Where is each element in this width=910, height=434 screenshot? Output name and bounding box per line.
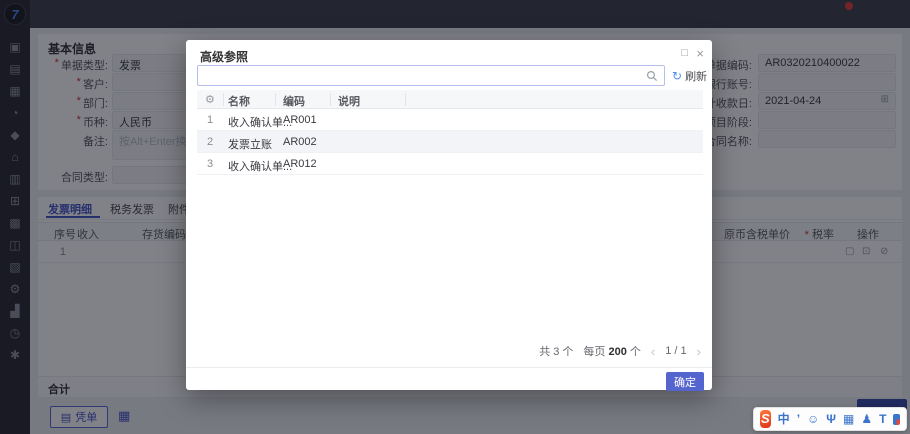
reference-table-header: ⚙ 名称 编码 说明 — [197, 90, 703, 109]
page-size[interactable]: 每页 200 个 — [583, 343, 640, 359]
punctuation-icon[interactable]: ’ — [797, 410, 800, 428]
maximize-icon[interactable]: □ — [681, 47, 688, 59]
reference-row[interactable]: 2 发票立账 AR002 — [197, 131, 703, 153]
page-indicator: 1 / 1 — [665, 345, 686, 357]
pagination: 共 3 个 每页 200 个 ‹ 1 / 1 › — [186, 343, 701, 359]
microphone-icon[interactable]: Ψ — [826, 410, 836, 428]
refresh-button[interactable]: ↻ 刷新 — [672, 68, 707, 84]
total-count: 共 3 个 — [539, 343, 573, 359]
column-settings-icon[interactable]: ⚙ — [205, 93, 215, 106]
close-icon[interactable]: × — [696, 46, 704, 61]
search-input[interactable] — [197, 65, 665, 86]
chinese-mode-icon[interactable]: 中 — [778, 410, 790, 428]
clothes-icon[interactable]: T — [879, 410, 886, 428]
ime-toolbar: S中 ’ ☺ Ψ ▦ ♟ T — [753, 407, 907, 431]
toolbox-icon[interactable] — [893, 414, 900, 425]
skin-icon[interactable]: ♟ — [861, 410, 872, 428]
advanced-reference-dialog: 高级参照 □ × ↻ 刷新 ⚙ 名称 编码 说明 1 收入确认单... AR00… — [186, 40, 712, 390]
prev-page-icon[interactable]: ‹ — [651, 344, 655, 359]
keyboard-icon[interactable]: ▦ — [843, 410, 854, 428]
reference-row[interactable]: 3 收入确认单... AR012 — [197, 153, 703, 175]
next-page-icon[interactable]: › — [697, 344, 701, 359]
sogou-logo-icon[interactable]: S — [760, 410, 771, 428]
refresh-icon: ↻ — [672, 69, 682, 83]
reference-row[interactable]: 1 收入确认单... AR001 — [197, 109, 703, 131]
dialog-title: 高级参照 — [200, 48, 248, 65]
app-window: 7 ▣▤▦◔◆⌂▥⊞▩◫▧⚙▟◷✱ ⌂ 首页 ▾ 项目全景 × 新增发票 × 您… — [0, 0, 910, 434]
emoji-icon[interactable]: ☺ — [807, 410, 819, 428]
confirm-button[interactable]: 确定 — [666, 372, 704, 391]
reference-table: ⚙ 名称 编码 说明 1 收入确认单... AR001 2 发票立账 AR002… — [197, 90, 703, 175]
search-icon — [646, 70, 658, 82]
